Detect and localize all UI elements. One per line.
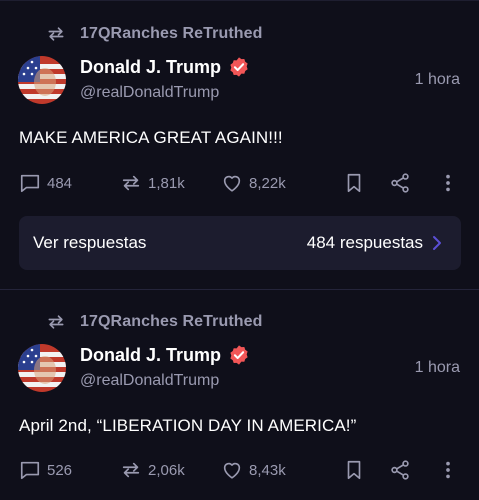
view-replies-label: Ver respuestas — [33, 233, 147, 252]
avatar[interactable] — [18, 56, 66, 104]
like-action[interactable]: 8,22k — [221, 170, 286, 196]
like-action[interactable]: 8,43k — [221, 457, 286, 483]
like-count: 8,43k — [249, 461, 286, 479]
vertical-dots-icon — [446, 174, 450, 192]
author-handle[interactable]: @realDonaldTrump — [80, 84, 219, 102]
reply-count: 484 — [47, 174, 73, 192]
author-name[interactable]: Donald J. Trump — [80, 345, 221, 366]
avatar[interactable] — [18, 344, 66, 392]
retruth-icon — [48, 27, 64, 41]
post-text: MAKE AMERICA GREAT AGAIN!!! — [19, 128, 283, 147]
retruth-label: 17QRanches ReTruthed — [80, 313, 263, 330]
author-name-row[interactable]: Donald J. Trump — [80, 56, 250, 78]
retruth-label: 17QRanches ReTruthed — [80, 25, 263, 42]
heart-icon — [223, 462, 241, 479]
retruth-arrows-icon — [122, 462, 140, 478]
vertical-dots-icon — [446, 461, 450, 479]
post-text: April 2nd, “LIBERATION DAY IN AMERICA!” — [19, 416, 357, 435]
retruth-icon — [48, 315, 64, 329]
author-name[interactable]: Donald J. Trump — [80, 57, 221, 78]
replies-count-label: 484 respuestas — [306, 233, 423, 252]
truth-feed: 17QRanches ReTruthed Donald J. Trump @re… — [0, 0, 479, 500]
speech-bubble-icon — [20, 174, 40, 193]
share-icon — [391, 460, 409, 480]
reply-action[interactable]: 484 — [19, 170, 72, 196]
bookmark-action[interactable] — [343, 170, 365, 196]
like-count: 8,22k — [249, 174, 286, 192]
author-name-row[interactable]: Donald J. Trump — [80, 344, 250, 366]
avatar-image — [18, 56, 66, 104]
reply-count: 526 — [47, 461, 73, 479]
bookmark-icon — [347, 460, 361, 480]
speech-bubble-icon — [20, 461, 40, 480]
verified-badge-icon — [230, 345, 248, 365]
retruth-row[interactable]: 17QRanches ReTruthed — [46, 22, 263, 46]
more-options-action[interactable] — [437, 457, 459, 483]
post-actions: 526 2,06k 8,43k — [19, 457, 461, 483]
retruth-row[interactable]: 17QRanches ReTruthed — [46, 310, 263, 334]
chevron-right-icon — [433, 236, 441, 250]
post-card[interactable]: 17QRanches ReTruthed Donald J. Trump @re… — [0, 0, 479, 289]
retruth-count: 2,06k — [148, 461, 185, 479]
post-timestamp: 1 hora — [414, 359, 460, 376]
avatar-image — [18, 344, 66, 392]
share-icon — [391, 173, 409, 193]
retruth-action[interactable]: 1,81k — [120, 170, 185, 196]
bookmark-action[interactable] — [343, 457, 365, 483]
retruth-count: 1,81k — [148, 174, 185, 192]
retruth-action[interactable]: 2,06k — [120, 457, 185, 483]
retruth-arrows-icon — [122, 175, 140, 191]
post-actions: 484 1,81k 8,22k — [19, 170, 461, 196]
heart-icon — [223, 175, 241, 192]
share-action[interactable] — [389, 457, 411, 483]
verified-badge-icon — [230, 57, 248, 77]
bookmark-icon — [347, 173, 361, 193]
view-replies-button[interactable]: Ver respuestas 484 respuestas — [19, 216, 461, 270]
reply-action[interactable]: 526 — [19, 457, 72, 483]
post-card[interactable]: 17QRanches ReTruthed Donald J. Trump @re… — [0, 290, 479, 500]
more-options-action[interactable] — [437, 170, 459, 196]
post-timestamp: 1 hora — [414, 71, 460, 88]
author-handle[interactable]: @realDonaldTrump — [80, 372, 219, 390]
share-action[interactable] — [389, 170, 411, 196]
